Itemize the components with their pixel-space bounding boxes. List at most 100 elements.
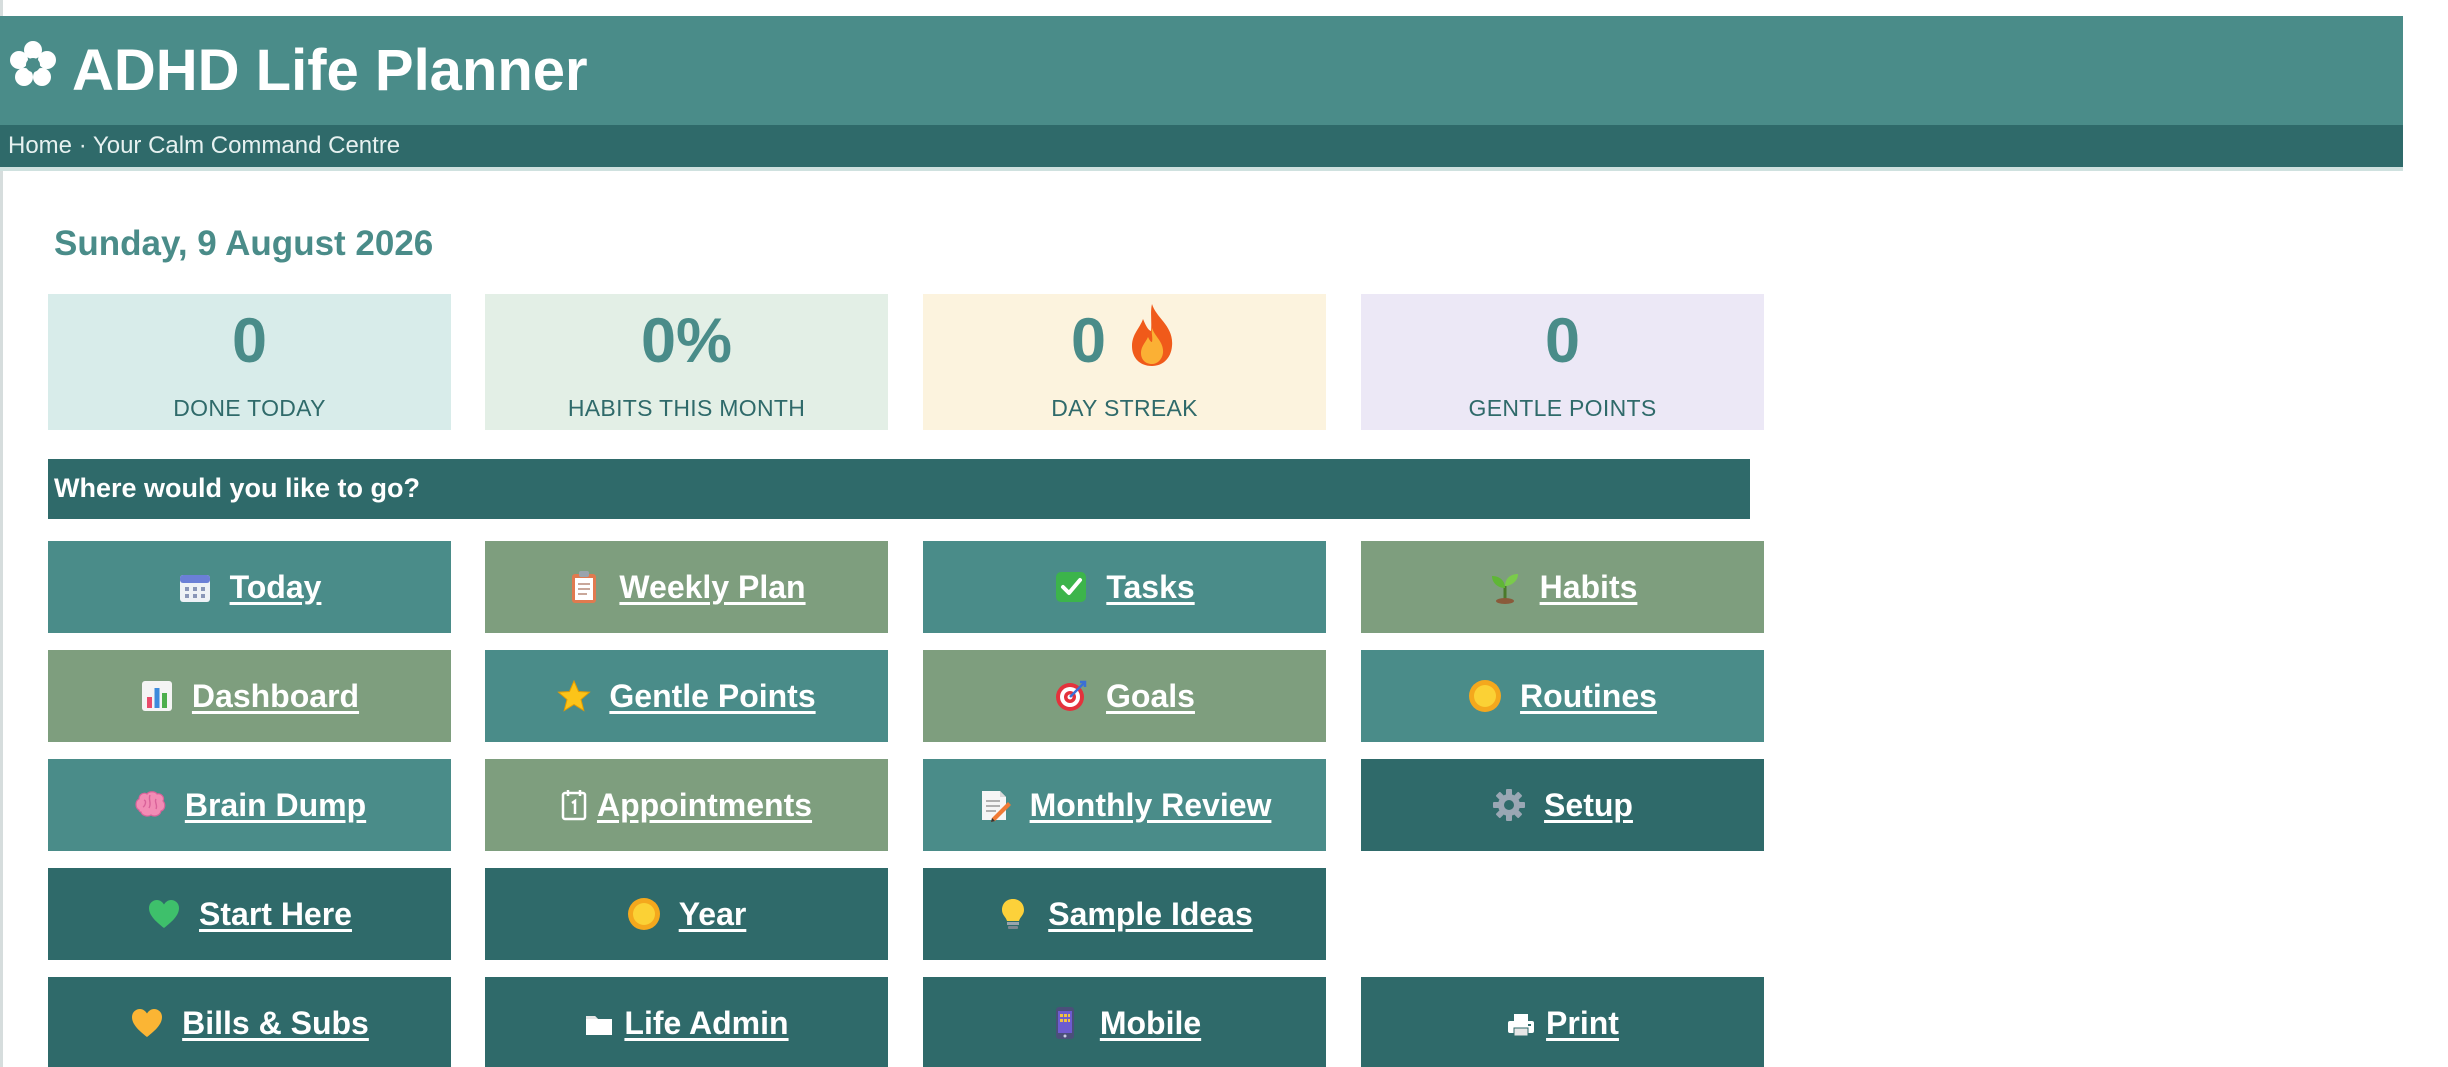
nav-tile-bills-subs[interactable]: Bills & Subs xyxy=(48,977,451,1067)
nav-tile-habits[interactable]: Habits xyxy=(1361,541,1764,633)
star-icon xyxy=(557,679,592,713)
nav-label: Life Admin xyxy=(624,1004,789,1041)
nav-link-habits[interactable]: Habits xyxy=(1488,568,1638,606)
nav-label: Routines xyxy=(1520,677,1657,714)
flower-icon xyxy=(8,40,58,100)
nav-label: Bills & Subs xyxy=(182,1004,369,1041)
stat-value: 0 xyxy=(231,306,268,376)
nav-tile-monthly-review[interactable]: Monthly Review xyxy=(923,759,1326,851)
mobile-phone-icon xyxy=(1048,1006,1082,1040)
stat-label: GENTLE POINTS xyxy=(1468,395,1657,421)
nav-link-gentle-points[interactable]: Gentle Points xyxy=(557,677,816,715)
nav-tile-start-here[interactable]: Start Here xyxy=(48,868,451,960)
stat-value-row: 0 xyxy=(923,303,1326,379)
nav-tile-year[interactable]: Year xyxy=(485,868,888,960)
calendar-page-icon xyxy=(561,788,587,822)
clipboard-icon xyxy=(567,570,601,604)
breadcrumb: Home · Your Calm Command Centre xyxy=(8,132,401,159)
app-header: ADHD Life Planner xyxy=(0,16,2403,125)
folder-icon xyxy=(584,1006,614,1040)
nav-label: Monthly Review xyxy=(1029,786,1272,823)
green-heart-icon xyxy=(147,897,181,931)
nav-label: Setup xyxy=(1544,786,1633,823)
nav-link-dashboard[interactable]: Dashboard xyxy=(140,678,359,715)
nav-link-start-here[interactable]: Start Here xyxy=(147,896,352,933)
nav-label: Goals xyxy=(1106,677,1195,714)
nav-link-mobile[interactable]: Mobile xyxy=(1048,1005,1201,1042)
nav-tile-mobile[interactable]: Mobile xyxy=(923,977,1326,1067)
nav-tile-dashboard[interactable]: Dashboard xyxy=(48,650,451,742)
nav-tile-appointments[interactable]: Appointments xyxy=(485,759,888,851)
nav-label: Sample Ideas xyxy=(1048,895,1253,932)
nav-link-setup[interactable]: Setup xyxy=(1492,787,1633,824)
brain-icon xyxy=(133,788,167,822)
stat-value: 0 xyxy=(1070,306,1107,376)
lightbulb-icon xyxy=(996,897,1030,931)
nav-label: Habits xyxy=(1539,568,1638,605)
navigation-section-header: Where would you like to go? xyxy=(48,459,1750,519)
nav-link-today[interactable]: Today xyxy=(178,568,322,606)
nav-link-brain-dump[interactable]: Brain Dump xyxy=(133,787,366,824)
stat-gentle-points: 0 GENTLE POINTS xyxy=(1361,294,1764,430)
nav-label: Tasks xyxy=(1106,568,1195,605)
calendar-icon xyxy=(178,570,212,604)
stat-value: 0 xyxy=(1544,306,1581,376)
nav-link-sample-ideas[interactable]: Sample Ideas xyxy=(996,896,1253,933)
nav-link-goals[interactable]: Goals xyxy=(1054,678,1195,715)
nav-tile-setup[interactable]: Setup xyxy=(1361,759,1764,851)
nav-label: Today xyxy=(229,568,322,605)
nav-label: Dashboard xyxy=(191,677,360,714)
nav-link-monthly-review[interactable]: Monthly Review xyxy=(978,786,1272,824)
nav-tile-goals[interactable]: Goals xyxy=(923,650,1326,742)
nav-link-tasks[interactable]: Tasks xyxy=(1054,568,1195,606)
stat-done-today: 0 DONE TODAY xyxy=(48,294,451,430)
nav-link-weekly-plan[interactable]: Weekly Plan xyxy=(567,568,806,606)
stat-day-streak: 0 DAY STREAK xyxy=(923,294,1326,430)
nav-tile-today[interactable]: Today xyxy=(48,541,451,633)
nav-label: Mobile xyxy=(1099,1004,1202,1041)
nav-tile-sample-ideas[interactable]: Sample Ideas xyxy=(923,868,1326,960)
stat-value: 0% xyxy=(640,306,733,376)
nav-tile-weekly-plan[interactable]: Weekly Plan xyxy=(485,541,888,633)
bar-chart-icon xyxy=(140,679,174,713)
nav-link-year[interactable]: Year xyxy=(627,895,747,933)
current-date: Sunday, 9 August 2026 xyxy=(54,224,434,263)
checkmark-icon xyxy=(1054,570,1088,604)
stat-label: DONE TODAY xyxy=(173,395,326,421)
nav-label: Gentle Points xyxy=(609,677,816,714)
nav-label: Print xyxy=(1546,1004,1619,1041)
nav-link-routines[interactable]: Routines xyxy=(1468,678,1657,715)
nav-tile-tasks[interactable]: Tasks xyxy=(923,541,1326,633)
nav-link-life-admin[interactable]: Life Admin xyxy=(584,1004,789,1042)
subheader-divider xyxy=(0,167,2403,171)
nav-link-bills-subs[interactable]: Bills & Subs xyxy=(130,1005,369,1042)
sun-icon xyxy=(1468,679,1502,713)
stat-label: HABITS THIS MONTH xyxy=(567,395,806,421)
nav-tile-routines[interactable]: Routines xyxy=(1361,650,1764,742)
subheader-bar: Home · Your Calm Command Centre xyxy=(0,125,2403,167)
printer-icon xyxy=(1506,1006,1536,1040)
nav-link-print[interactable]: Print xyxy=(1506,1005,1619,1042)
nav-link-appointments[interactable]: Appointments xyxy=(561,787,812,824)
nav-label: Appointments xyxy=(596,786,813,823)
app-title-text: ADHD Life Planner xyxy=(72,38,588,103)
page: ADHD Life Planner Home · Your Calm Comma… xyxy=(0,0,2448,1067)
seedling-icon xyxy=(1488,570,1522,604)
nav-tile-brain-dump[interactable]: Brain Dump xyxy=(48,759,451,851)
nav-tile-gentle-points[interactable]: Gentle Points xyxy=(485,650,888,742)
gear-icon xyxy=(1492,788,1526,822)
nav-label: Weekly Plan xyxy=(619,568,806,605)
app-title: ADHD Life Planner xyxy=(8,40,588,100)
nav-label: Start Here xyxy=(199,895,352,932)
sun-icon xyxy=(627,897,661,931)
stat-label: DAY STREAK xyxy=(1051,395,1198,421)
target-icon xyxy=(1054,679,1088,713)
nav-label: Brain Dump xyxy=(184,786,367,823)
memo-icon xyxy=(978,788,1012,822)
nav-label: Year xyxy=(678,895,747,932)
fire-icon xyxy=(1126,302,1178,379)
section-title: Where would you like to go? xyxy=(54,473,421,503)
nav-tile-print[interactable]: Print xyxy=(1361,977,1764,1067)
stat-habits-month: 0% HABITS THIS MONTH xyxy=(485,294,888,430)
nav-tile-life-admin[interactable]: Life Admin xyxy=(485,977,888,1067)
